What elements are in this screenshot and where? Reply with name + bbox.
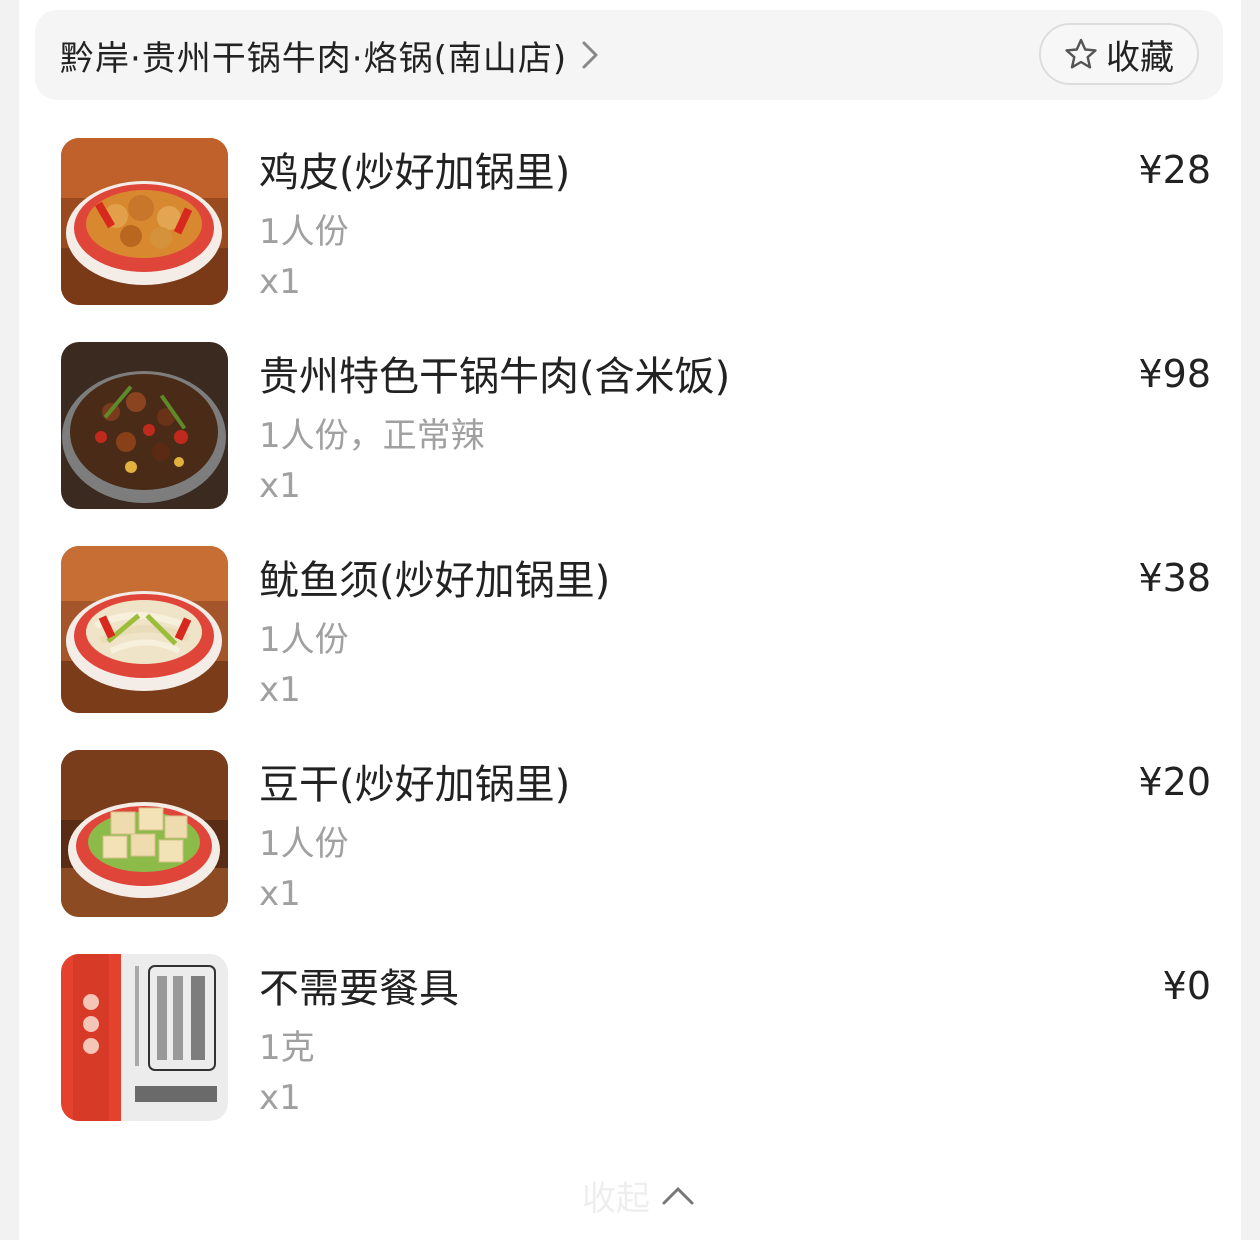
dish-dried-tofu-image <box>61 750 228 917</box>
item-spec: 1人份，正常辣 <box>259 416 485 456</box>
dish-squid-tentacles-image <box>61 546 228 713</box>
item-quantity: x1 <box>259 1078 301 1118</box>
item-price: ¥38 <box>1138 556 1211 600</box>
item-name: 贵州特色干锅牛肉(含米饭) <box>259 354 731 400</box>
favorite-button[interactable]: 收藏 <box>1039 23 1199 85</box>
item-name: 不需要餐具 <box>259 966 459 1012</box>
order-item[interactable]: 鱿鱼须(炒好加锅里) 1人份 x1 ¥38 <box>61 546 1211 716</box>
chevron-up-icon <box>662 1187 694 1205</box>
collapse-label: 收起 <box>582 1178 650 1219</box>
item-name: 豆干(炒好加锅里) <box>259 762 571 808</box>
chevron-right-icon <box>582 41 598 69</box>
dish-chicken-skin-image <box>61 138 228 305</box>
item-name: 鸡皮(炒好加锅里) <box>259 150 571 196</box>
store-name: 黔岸·贵州干锅牛肉·烙锅(南山店) <box>60 38 568 79</box>
item-quantity: x1 <box>259 874 301 914</box>
item-price: ¥0 <box>1162 964 1211 1008</box>
order-card: 黔岸·贵州干锅牛肉·烙锅(南山店) 收藏 鸡皮(炒好加锅里) 1人份 x1 ¥2… <box>19 0 1241 1240</box>
item-spec: 1人份 <box>259 620 349 660</box>
store-header[interactable]: 黔岸·贵州干锅牛肉·烙锅(南山店) 收藏 <box>35 10 1223 100</box>
item-price: ¥20 <box>1138 760 1211 804</box>
order-item[interactable]: 豆干(炒好加锅里) 1人份 x1 ¥20 <box>61 750 1211 920</box>
dish-dry-pot-beef-image <box>61 342 228 509</box>
order-item[interactable]: 不需要餐具 1克 x1 ¥0 <box>61 954 1211 1124</box>
item-spec: 1人份 <box>259 212 349 252</box>
item-quantity: x1 <box>259 466 301 506</box>
no-tableware-pack-image <box>61 954 228 1121</box>
item-name: 鱿鱼须(炒好加锅里) <box>259 558 611 604</box>
item-spec: 1克 <box>259 1028 315 1068</box>
order-item[interactable]: 贵州特色干锅牛肉(含米饭) 1人份，正常辣 x1 ¥98 <box>61 342 1211 512</box>
item-price: ¥28 <box>1138 148 1211 192</box>
item-quantity: x1 <box>259 262 301 302</box>
item-price: ¥98 <box>1138 352 1211 396</box>
item-quantity: x1 <box>259 670 301 710</box>
favorite-label: 收藏 <box>1106 37 1174 78</box>
store-link[interactable]: 黔岸·贵州干锅牛肉·烙锅(南山店) <box>60 32 601 79</box>
item-spec: 1人份 <box>259 824 349 864</box>
collapse-button[interactable]: 收起 <box>519 1170 759 1220</box>
order-item[interactable]: 鸡皮(炒好加锅里) 1人份 x1 ¥28 <box>61 138 1211 308</box>
star-icon <box>1065 38 1097 69</box>
